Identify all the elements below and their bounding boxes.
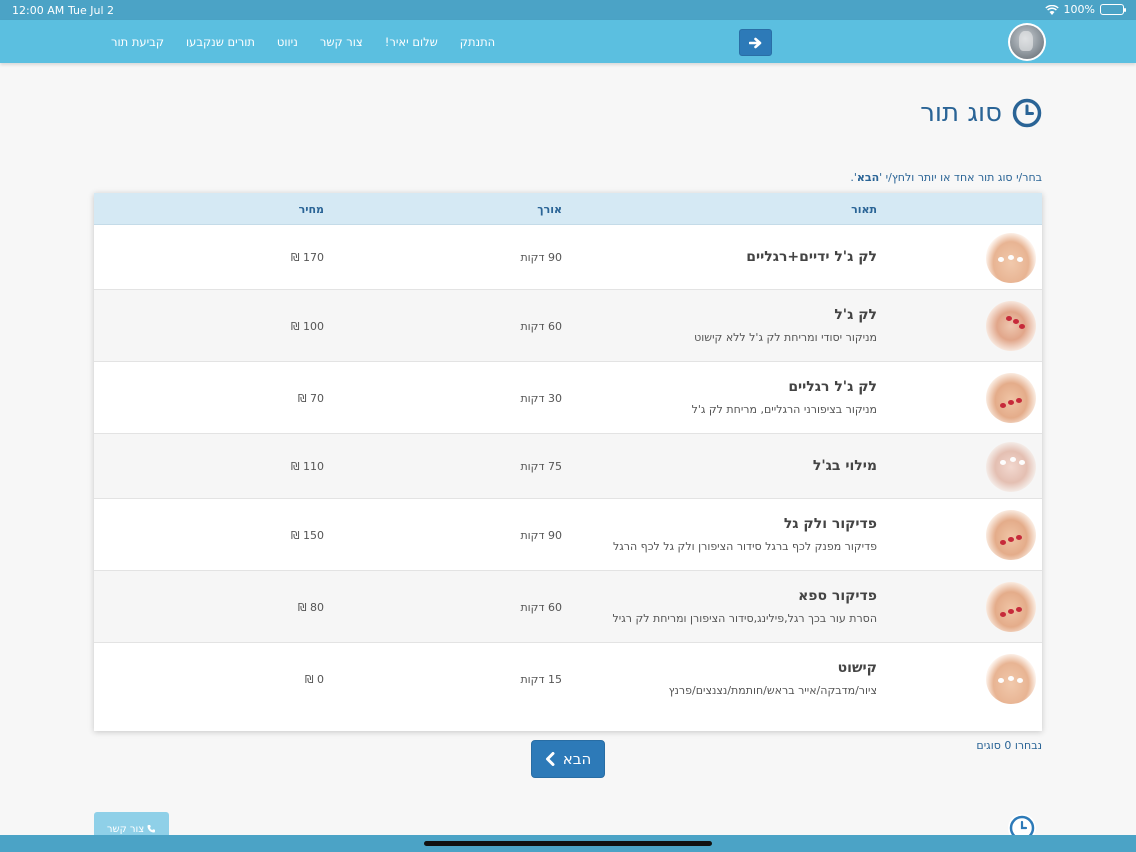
nav-link-navigate[interactable]: ניווט [266, 35, 309, 49]
chevron-left-icon [545, 752, 555, 766]
service-name: מילוי בג'ל [812, 458, 877, 474]
wifi-icon [1044, 4, 1059, 15]
next-button[interactable]: הבא [531, 740, 605, 778]
service-name: לק ג'ל [834, 307, 877, 323]
table-row[interactable]: לק ג'ל רגליים מניקור בציפורני הרגליים, מ… [94, 362, 1042, 434]
battery-icon [1100, 4, 1126, 15]
header-price: מחיר [298, 203, 324, 216]
service-table: תאור אורך מחיר לק ג'ל ידיים+רגליים 90 דק… [94, 193, 1042, 731]
header-description: תאור [851, 203, 877, 216]
table-row[interactable]: קישוט ציור/מדבקה/אייר בראש/חותמת/נצנצים/… [94, 643, 1042, 731]
battery-percent: 100% [1063, 3, 1095, 16]
service-image [986, 442, 1036, 492]
service-description: מניקור יסודי ומריחת לק ג'ל ללא קישוט [694, 331, 877, 344]
service-image [986, 233, 1036, 283]
table-row[interactable]: מילוי בג'ל 75 דקות 110 ₪ [94, 434, 1042, 499]
service-image [986, 301, 1036, 351]
table-row[interactable]: פדיקור ולק גל פדיקור מפנק לכף ברגל סידור… [94, 499, 1042, 571]
service-duration: 90 דקות [520, 251, 562, 264]
page-title: סוג תור [920, 98, 1042, 128]
clock-icon [1012, 98, 1042, 128]
service-name: קישוט [837, 660, 877, 676]
service-image [986, 510, 1036, 560]
service-image [986, 582, 1036, 632]
service-duration: 60 דקות [520, 601, 562, 614]
table-row[interactable]: לק ג'ל מניקור יסודי ומריחת לק ג'ל ללא קי… [94, 290, 1042, 362]
service-price: 100 ₪ [290, 320, 324, 333]
selected-count: נבחרו 0 סוגים [976, 739, 1042, 752]
service-image [986, 373, 1036, 423]
service-image [986, 654, 1036, 704]
instruction-strong: הבא [856, 171, 880, 184]
status-bar: 12:00 AM Tue Jul 2 100% [0, 0, 1136, 20]
status-time: 12:00 AM [12, 4, 65, 17]
service-price: 170 ₪ [290, 251, 324, 264]
service-description: ציור/מדבקה/אייר בראש/חותמת/נצנצים/פרנץ [668, 684, 877, 697]
service-name: פדיקור ספא [798, 588, 877, 604]
nav-links: קביעת תור תורים שנקבעו ניווט צור קשר שלו… [100, 20, 506, 63]
service-description: פדיקור מפנק לכף ברגל סידור הציפורן ולק ג… [613, 540, 877, 553]
service-duration: 15 דקות [520, 673, 562, 686]
arrow-right-icon [748, 37, 761, 48]
status-date: Tue Jul 2 [68, 4, 115, 17]
home-indicator[interactable] [424, 841, 712, 846]
service-price: 0 ₪ [304, 673, 324, 686]
header-duration: אורך [537, 203, 562, 216]
service-duration: 30 דקות [520, 392, 562, 405]
nav-link-user-greeting[interactable]: שלום יאיר! [374, 35, 449, 49]
instruction-text: בחר/י סוג תור אחד או יותר ולחץ/י 'הבא'. [850, 171, 1042, 184]
table-row[interactable]: לק ג'ל ידיים+רגליים 90 דקות 170 ₪ [94, 225, 1042, 290]
service-name: לק ג'ל ידיים+רגליים [746, 249, 877, 265]
service-price: 110 ₪ [290, 460, 324, 473]
table-row[interactable]: פדיקור ספא הסרת עור בכך רגל,פילינג,סידור… [94, 571, 1042, 643]
service-name: לק ג'ל רגליים [788, 379, 877, 395]
page-title-text: סוג תור [920, 98, 1002, 128]
service-duration: 90 דקות [520, 529, 562, 542]
nav-link-booked[interactable]: תורים שנקבעו [175, 35, 266, 49]
nav-arrow-button[interactable] [739, 29, 772, 56]
service-description: הסרת עור בכך רגל,פילינג,סידור הציפורן ומ… [612, 612, 878, 625]
nav-link-contact[interactable]: צור קשר [309, 35, 374, 49]
service-price: 70 ₪ [297, 392, 324, 405]
phone-icon [147, 825, 156, 833]
table-header: תאור אורך מחיר [94, 193, 1042, 225]
service-name: פדיקור ולק גל [783, 516, 877, 532]
nav-link-logout[interactable]: התנתק [449, 35, 506, 49]
service-duration: 60 דקות [520, 320, 562, 333]
service-description: מניקור בציפורני הרגליים, מריחת לק ג'ל [691, 403, 877, 416]
service-price: 150 ₪ [290, 529, 324, 542]
service-price: 80 ₪ [297, 601, 324, 614]
service-duration: 75 דקות [520, 460, 562, 473]
nav-link-book[interactable]: קביעת תור [100, 35, 175, 49]
avatar[interactable] [1008, 23, 1046, 61]
top-navbar: קביעת תור תורים שנקבעו ניווט צור קשר שלו… [0, 20, 1136, 63]
next-button-label: הבא [562, 750, 592, 768]
